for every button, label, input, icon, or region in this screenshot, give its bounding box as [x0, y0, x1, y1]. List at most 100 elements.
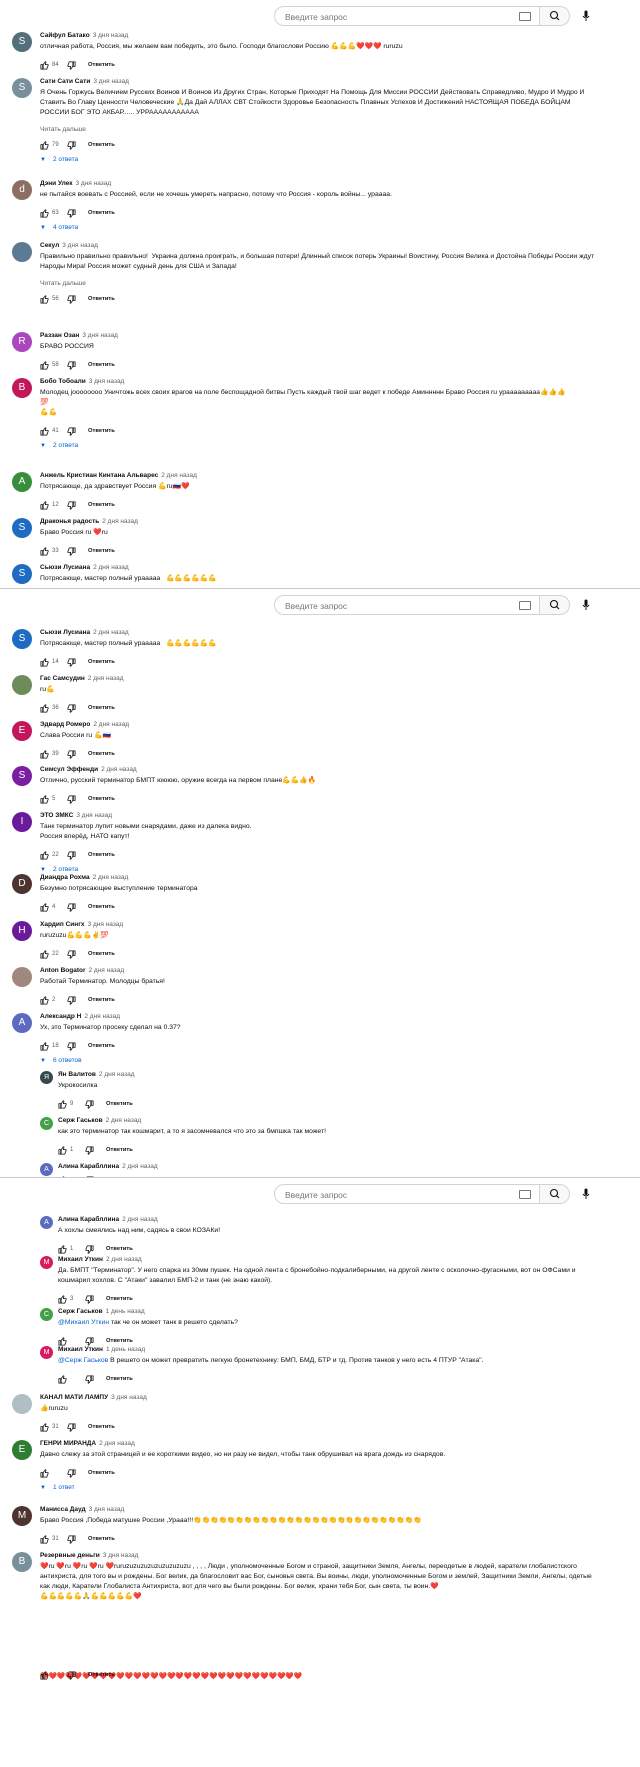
reply-button[interactable]: Ответить [88, 796, 115, 802]
avatar[interactable]: S [12, 518, 32, 538]
avatar[interactable]: M [40, 1256, 53, 1269]
reply-button[interactable]: Ответить [88, 502, 115, 508]
avatar[interactable] [12, 1394, 32, 1414]
avatar[interactable]: D [12, 874, 32, 894]
search-box[interactable] [274, 1184, 540, 1205]
dislike-button[interactable] [85, 1100, 94, 1111]
author-name[interactable]: Хардип Сингх [40, 921, 85, 928]
author-name[interactable]: Дэни Улек [40, 180, 73, 187]
comment-date[interactable]: 3 дня назад [89, 1506, 125, 1513]
comment-author[interactable]: ЭТО ЗМКС 3 дня назад [40, 812, 112, 819]
comment-author[interactable]: Ян Валитов 2 дня назад [58, 1071, 135, 1078]
like-button[interactable] [40, 658, 49, 669]
avatar[interactable]: A [40, 1163, 53, 1176]
reply-button[interactable]: Ответить [88, 951, 115, 957]
avatar[interactable] [12, 967, 32, 987]
dislike-button[interactable] [67, 501, 76, 512]
avatar[interactable]: S [12, 766, 32, 786]
dislike-button[interactable] [67, 1042, 76, 1053]
author-name[interactable]: ГЕНРИ МИРАНДА [40, 1440, 96, 1447]
dislike-button[interactable] [67, 903, 76, 914]
avatar[interactable]: C [40, 1117, 53, 1130]
comment-date[interactable]: 2 дня назад [89, 967, 125, 974]
voice-search-button[interactable] [576, 595, 596, 615]
author-name[interactable]: Сьюзи Лусиана [40, 564, 90, 571]
like-button[interactable] [40, 1042, 49, 1053]
avatar[interactable]: E [12, 1440, 32, 1460]
avatar[interactable]: S [12, 78, 32, 98]
dislike-button[interactable] [67, 61, 76, 72]
author-name[interactable]: Симсул Эффенди [40, 766, 98, 773]
comment-date[interactable]: 1 день назад [106, 1308, 145, 1315]
search-button[interactable] [540, 595, 570, 615]
comment-date[interactable]: 3 дня назад [93, 78, 129, 85]
like-button[interactable] [40, 1423, 49, 1434]
dislike-button[interactable] [67, 750, 76, 761]
avatar[interactable]: S [12, 629, 32, 649]
comment-date[interactable]: 3 дня назад [62, 242, 98, 249]
author-name[interactable]: Диандра Рохма [40, 874, 90, 881]
comment-author[interactable]: Раззан Озан 3 дня назад [40, 332, 118, 339]
dislike-button[interactable] [67, 950, 76, 961]
author-name[interactable]: Анжель Кристиан Кинтана Альварес [40, 472, 158, 479]
comment-author[interactable]: Симсул Эффенди 2 дня назад [40, 766, 137, 773]
comment-date[interactable]: 3 дня назад [76, 812, 112, 819]
comment-author[interactable]: Эдвард Ромеро 2 дня назад [40, 721, 129, 728]
comment-date[interactable]: 2 дня назад [106, 1256, 142, 1263]
comment-author[interactable]: Резервные деньги 3 дня назад [40, 1552, 138, 1559]
avatar[interactable]: S [12, 32, 32, 52]
comment-date[interactable]: 2 дня назад [93, 564, 129, 571]
reply-button[interactable]: Ответить [106, 1296, 133, 1302]
reply-button[interactable]: Ответить [88, 1043, 115, 1049]
like-button[interactable] [40, 1671, 49, 1682]
reply-button[interactable]: Ответить [106, 1246, 133, 1252]
comment-author[interactable]: Михаил Уткин 2 дня назад [58, 1256, 142, 1263]
like-button[interactable] [40, 295, 49, 306]
author-name[interactable]: Михаил Уткин [58, 1256, 103, 1263]
comment-date[interactable]: 2 дня назад [106, 1117, 142, 1124]
reply-button[interactable]: Ответить [88, 1536, 115, 1542]
comment-date[interactable]: 3 дня назад [82, 332, 118, 339]
like-button[interactable] [40, 996, 49, 1007]
search-button[interactable] [540, 1184, 570, 1204]
dislike-button[interactable] [67, 795, 76, 806]
avatar[interactable]: A [40, 1216, 53, 1229]
avatar[interactable]: S [12, 564, 32, 584]
like-button[interactable] [40, 750, 49, 761]
comment-author[interactable]: Хардип Сингх 3 дня назад [40, 921, 123, 928]
avatar[interactable]: d [12, 180, 32, 200]
voice-search-button[interactable] [576, 1184, 596, 1204]
dislike-button[interactable] [85, 1146, 94, 1157]
view-replies-button[interactable]: ▼ 2 ответа [40, 866, 78, 873]
comment-date[interactable]: 3 дня назад [88, 921, 124, 928]
comment-author[interactable]: Сьюзи Лусиана 2 дня назад [40, 564, 129, 571]
read-more-link[interactable]: Читать дальше [40, 126, 86, 133]
like-button[interactable] [40, 903, 49, 914]
reply-button[interactable]: Ответить [88, 62, 115, 68]
like-button[interactable] [58, 1295, 67, 1306]
read-more-link[interactable]: Читать дальше [40, 280, 86, 287]
author-name[interactable]: Ян Валитов [58, 1071, 96, 1078]
like-button[interactable] [58, 1375, 67, 1386]
comment-author[interactable]: Драконья радость 2 дня назад [40, 518, 138, 525]
keyboard-icon[interactable] [519, 12, 531, 21]
comment-date[interactable]: 2 дня назад [99, 1071, 135, 1078]
reply-button[interactable]: Ответить [88, 705, 115, 711]
search-box[interactable] [274, 6, 540, 27]
comment-author[interactable]: Anton Bogator 2 дня назад [40, 967, 124, 974]
comment-date[interactable]: 3 дня назад [103, 1552, 139, 1559]
avatar[interactable]: E [12, 721, 32, 741]
dislike-button[interactable] [85, 1375, 94, 1386]
author-name[interactable]: Секул [40, 242, 59, 249]
keyboard-icon[interactable] [519, 601, 531, 610]
comment-date[interactable]: 2 дня назад [161, 472, 197, 479]
dislike-button[interactable] [67, 851, 76, 862]
author-name[interactable]: Драконья радость [40, 518, 99, 525]
author-name[interactable]: Сьюзи Лусиана [40, 629, 90, 636]
comment-date[interactable]: 2 дня назад [102, 518, 138, 525]
reply-button[interactable]: Ответить [106, 1101, 133, 1107]
reply-button[interactable]: Ответить [88, 1672, 115, 1678]
author-name[interactable]: Эдвард Ромеро [40, 721, 90, 728]
reply-button[interactable]: Ответить [88, 428, 115, 434]
author-name[interactable]: КАНАЛ МАТИ ЛАМПУ [40, 1394, 108, 1401]
